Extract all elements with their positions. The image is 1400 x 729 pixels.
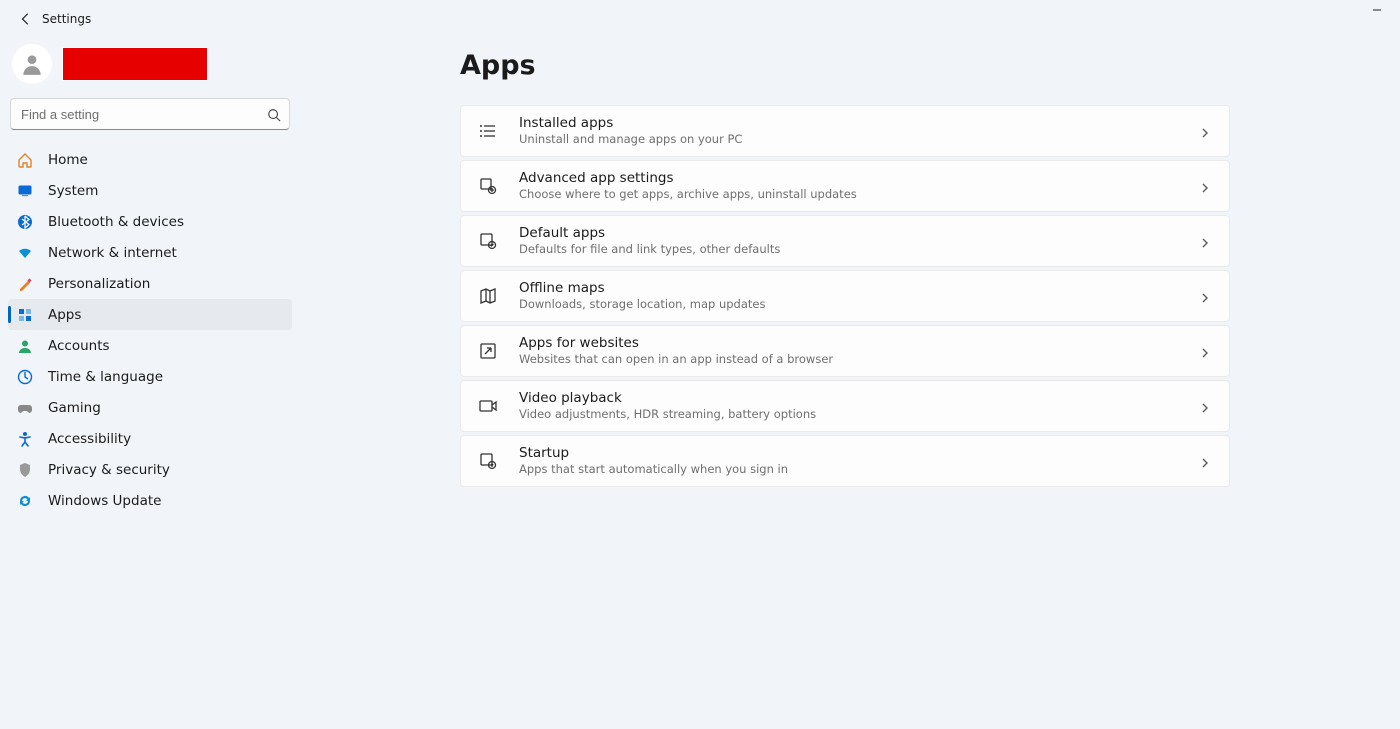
card-apps-for-websites[interactable]: Apps for websites Websites that can open… [460, 325, 1230, 377]
sidebar-item-time-language[interactable]: Time & language [8, 361, 292, 392]
sidebar-item-accounts[interactable]: Accounts [8, 330, 292, 361]
card-list: Installed apps Uninstall and manage apps… [460, 105, 1230, 487]
card-default-apps[interactable]: Default apps Defaults for file and link … [460, 215, 1230, 267]
card-title: Apps for websites [519, 335, 1199, 352]
chevron-right-icon [1199, 124, 1213, 138]
sidebar-item-label: Privacy & security [48, 462, 170, 478]
sidebar-item-label: Home [48, 152, 88, 168]
card-offline-maps[interactable]: Offline maps Downloads, storage location… [460, 270, 1230, 322]
chevron-right-icon [1199, 179, 1213, 193]
window-controls [1354, 0, 1400, 20]
chevron-right-icon [1199, 289, 1213, 303]
card-sub: Apps that start automatically when you s… [519, 462, 1199, 476]
card-sub: Video adjustments, HDR streaming, batter… [519, 407, 1199, 421]
sidebar-nav: Home System Bluetooth & devices Network … [8, 144, 292, 516]
card-sub: Choose where to get apps, archive apps, … [519, 187, 1199, 201]
bluetooth-icon [16, 213, 34, 231]
time-language-icon [16, 368, 34, 386]
privacy-icon [16, 461, 34, 479]
card-title: Advanced app settings [519, 170, 1199, 187]
sidebar: Home System Bluetooth & devices Network … [0, 38, 300, 729]
startup-icon [477, 450, 499, 472]
profile-block[interactable] [8, 38, 292, 96]
sidebar-item-label: Network & internet [48, 245, 177, 261]
sidebar-item-accessibility[interactable]: Accessibility [8, 423, 292, 454]
gaming-icon [16, 399, 34, 417]
card-title: Offline maps [519, 280, 1199, 297]
sidebar-item-bluetooth[interactable]: Bluetooth & devices [8, 206, 292, 237]
apps-for-websites-icon [477, 340, 499, 362]
sidebar-item-windows-update[interactable]: Windows Update [8, 485, 292, 516]
page-title: Apps [460, 50, 1400, 81]
sidebar-item-label: Bluetooth & devices [48, 214, 184, 230]
sidebar-item-privacy[interactable]: Privacy & security [8, 454, 292, 485]
chevron-right-icon [1199, 399, 1213, 413]
card-title: Video playback [519, 390, 1199, 407]
sidebar-item-label: Personalization [48, 276, 150, 292]
sidebar-item-label: Time & language [48, 369, 163, 385]
search-icon [267, 107, 281, 121]
network-icon [16, 244, 34, 262]
card-title: Default apps [519, 225, 1199, 242]
card-startup[interactable]: Startup Apps that start automatically wh… [460, 435, 1230, 487]
sidebar-item-home[interactable]: Home [8, 144, 292, 175]
sidebar-item-label: Apps [48, 307, 81, 323]
title-row: Settings [0, 0, 1400, 38]
card-installed-apps[interactable]: Installed apps Uninstall and manage apps… [460, 105, 1230, 157]
installed-apps-icon [477, 120, 499, 142]
back-button[interactable] [16, 9, 36, 29]
sidebar-item-label: System [48, 183, 98, 199]
windows-update-icon [16, 492, 34, 510]
card-title: Installed apps [519, 115, 1199, 132]
search-box[interactable] [10, 98, 290, 130]
chevron-right-icon [1199, 454, 1213, 468]
default-apps-icon [477, 230, 499, 252]
window-title: Settings [42, 12, 91, 26]
sidebar-item-network[interactable]: Network & internet [8, 237, 292, 268]
chevron-right-icon [1199, 344, 1213, 358]
card-advanced-app-settings[interactable]: Advanced app settings Choose where to ge… [460, 160, 1230, 212]
sidebar-item-gaming[interactable]: Gaming [8, 392, 292, 423]
apps-icon [16, 306, 34, 324]
card-sub: Uninstall and manage apps on your PC [519, 132, 1199, 146]
main-content: Apps Installed apps Uninstall and manage… [300, 38, 1400, 729]
chevron-right-icon [1199, 234, 1213, 248]
card-sub: Defaults for file and link types, other … [519, 242, 1199, 256]
avatar [12, 44, 52, 84]
advanced-app-settings-icon [477, 175, 499, 197]
redacted-user-name [62, 47, 208, 81]
accessibility-icon [16, 430, 34, 448]
personalization-icon [16, 275, 34, 293]
system-icon [16, 182, 34, 200]
card-video-playback[interactable]: Video playback Video adjustments, HDR st… [460, 380, 1230, 432]
home-icon [16, 151, 34, 169]
card-sub: Downloads, storage location, map updates [519, 297, 1199, 311]
sidebar-item-label: Accessibility [48, 431, 131, 447]
accounts-icon [16, 337, 34, 355]
card-title: Startup [519, 445, 1199, 462]
sidebar-item-label: Accounts [48, 338, 110, 354]
sidebar-item-label: Windows Update [48, 493, 161, 509]
search-input[interactable] [11, 99, 289, 129]
offline-maps-icon [477, 285, 499, 307]
sidebar-item-system[interactable]: System [8, 175, 292, 206]
card-sub: Websites that can open in an app instead… [519, 352, 1199, 366]
minimize-button[interactable] [1354, 0, 1400, 20]
video-playback-icon [477, 395, 499, 417]
sidebar-item-personalization[interactable]: Personalization [8, 268, 292, 299]
sidebar-item-apps[interactable]: Apps [8, 299, 292, 330]
sidebar-item-label: Gaming [48, 400, 101, 416]
